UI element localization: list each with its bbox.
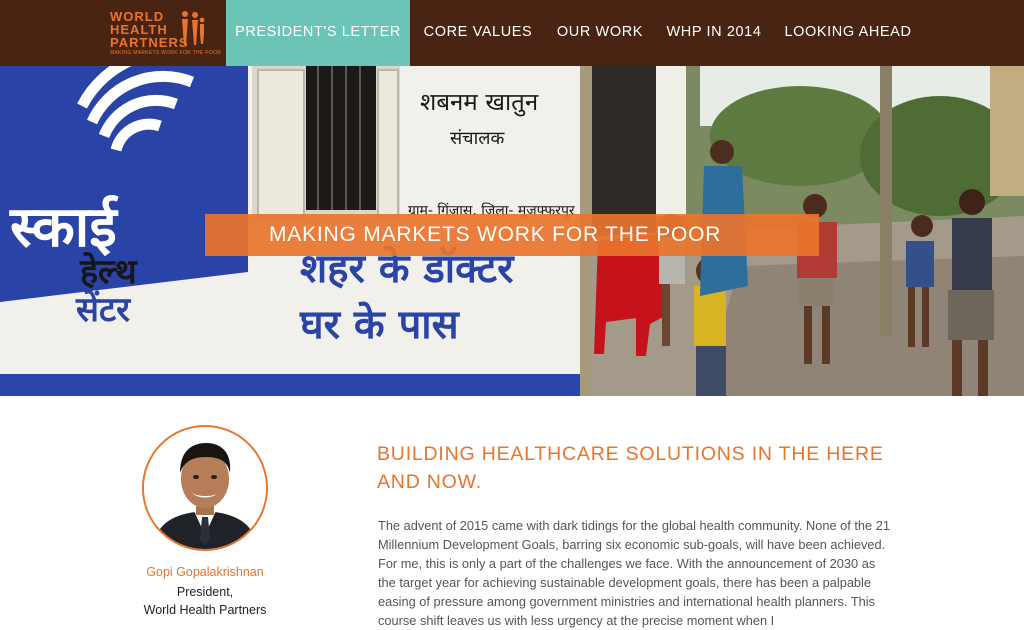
people-figures-icon (182, 11, 205, 45)
top-navigation: WORLD HEALTH PARTNERS MAKING MARKETS WOR… (0, 0, 1024, 66)
hero-banner: MAKING MARKETS WORK FOR THE POOR (205, 214, 819, 256)
nav-presidents-letter[interactable]: PRESIDENT'S LETTER (226, 0, 410, 66)
wall-slogan-line-2: घर के पास (300, 302, 459, 348)
wall-sign-sky-brand: स्काई (10, 195, 117, 260)
world-health-partners-logo[interactable]: WORLD HEALTH PARTNERS MAKING MARKETS WOR… (104, 6, 221, 62)
logo-wordmark: WORLD HEALTH PARTNERS (110, 10, 189, 49)
president-organization: World Health Partners (143, 603, 267, 617)
article-title: BUILDING HEALTHCARE SOLUTIONS IN THE HER… (377, 443, 884, 493)
president-name: Gopi Gopalakrishnan (146, 565, 264, 579)
wall-sign-center: सेंटर (76, 290, 131, 330)
nav-our-work[interactable]: OUR WORK (545, 0, 655, 66)
logo-tagline: MAKING MARKETS WORK FOR THE POOR (110, 50, 222, 56)
nav-whp-in-2014[interactable]: WHP IN 2014 (655, 0, 773, 66)
nav-looking-ahead[interactable]: LOOKING AHEAD (773, 0, 923, 66)
hero-photo: स्काई हेल्थ सेंटर शहर के डॉक्टर घर के पा… (0, 66, 1024, 396)
article-body: The advent of 2015 came with dark tiding… (378, 518, 890, 628)
wall-operator-name: शबनम खातुन (420, 88, 539, 116)
president-title: President, (176, 585, 234, 599)
wall-operator-role: संचालक (450, 128, 505, 149)
logo-line-partners: PARTNERS (110, 35, 189, 50)
nav-core-values[interactable]: CORE VALUES (411, 0, 545, 66)
portrait-avatar-icon (144, 427, 266, 549)
president-portrait (142, 425, 268, 551)
wall-sign-health: हेल्थ (80, 252, 137, 292)
